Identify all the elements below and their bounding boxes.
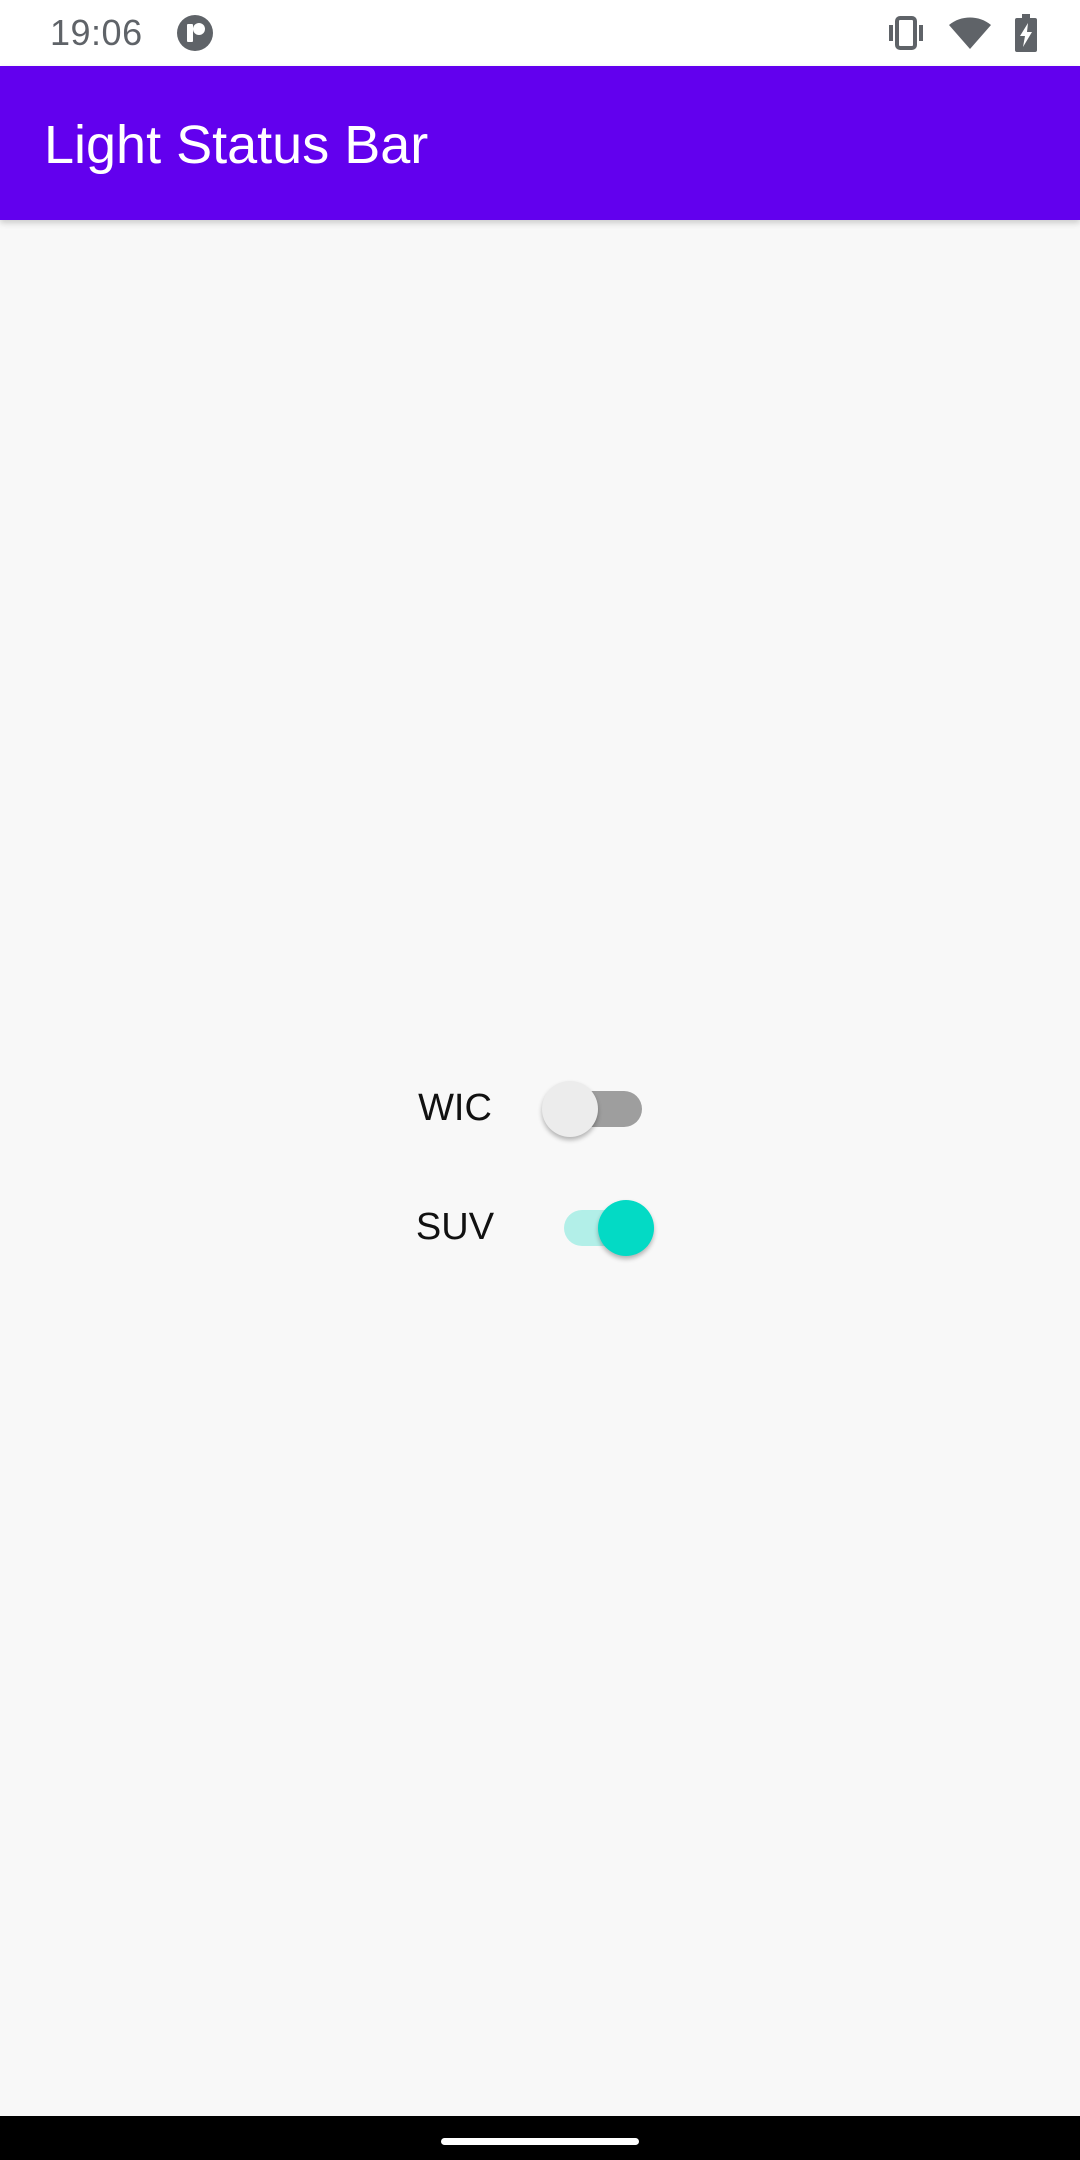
switch-thumb bbox=[598, 1200, 654, 1256]
switch-thumb bbox=[542, 1081, 598, 1137]
app-bar: Light Status Bar bbox=[0, 66, 1080, 220]
status-time: 19:06 bbox=[50, 12, 143, 53]
status-bar: 19:06 bbox=[0, 0, 1080, 66]
wic-switch-label: WIC bbox=[418, 1087, 492, 1129]
suv-switch[interactable] bbox=[564, 1188, 684, 1268]
wic-switch[interactable] bbox=[542, 1069, 662, 1149]
wic-switch-row: WIC bbox=[0, 1069, 1080, 1149]
home-gesture-handle[interactable] bbox=[441, 2138, 639, 2145]
vibrate-icon bbox=[889, 16, 923, 50]
page-title: Light Status Bar bbox=[44, 115, 429, 175]
battery-charging-icon bbox=[1015, 14, 1037, 52]
screen: 19:06 Light Status Bar WIC SUV bbox=[0, 0, 1080, 2160]
suv-switch-label: SUV bbox=[415, 1206, 495, 1248]
wifi-icon bbox=[949, 17, 991, 49]
status-icons bbox=[886, 12, 1038, 54]
suv-switch-row: SUV bbox=[0, 1188, 1080, 1268]
navigation-bar bbox=[0, 2116, 1080, 2160]
app-notification-icon bbox=[177, 15, 213, 51]
